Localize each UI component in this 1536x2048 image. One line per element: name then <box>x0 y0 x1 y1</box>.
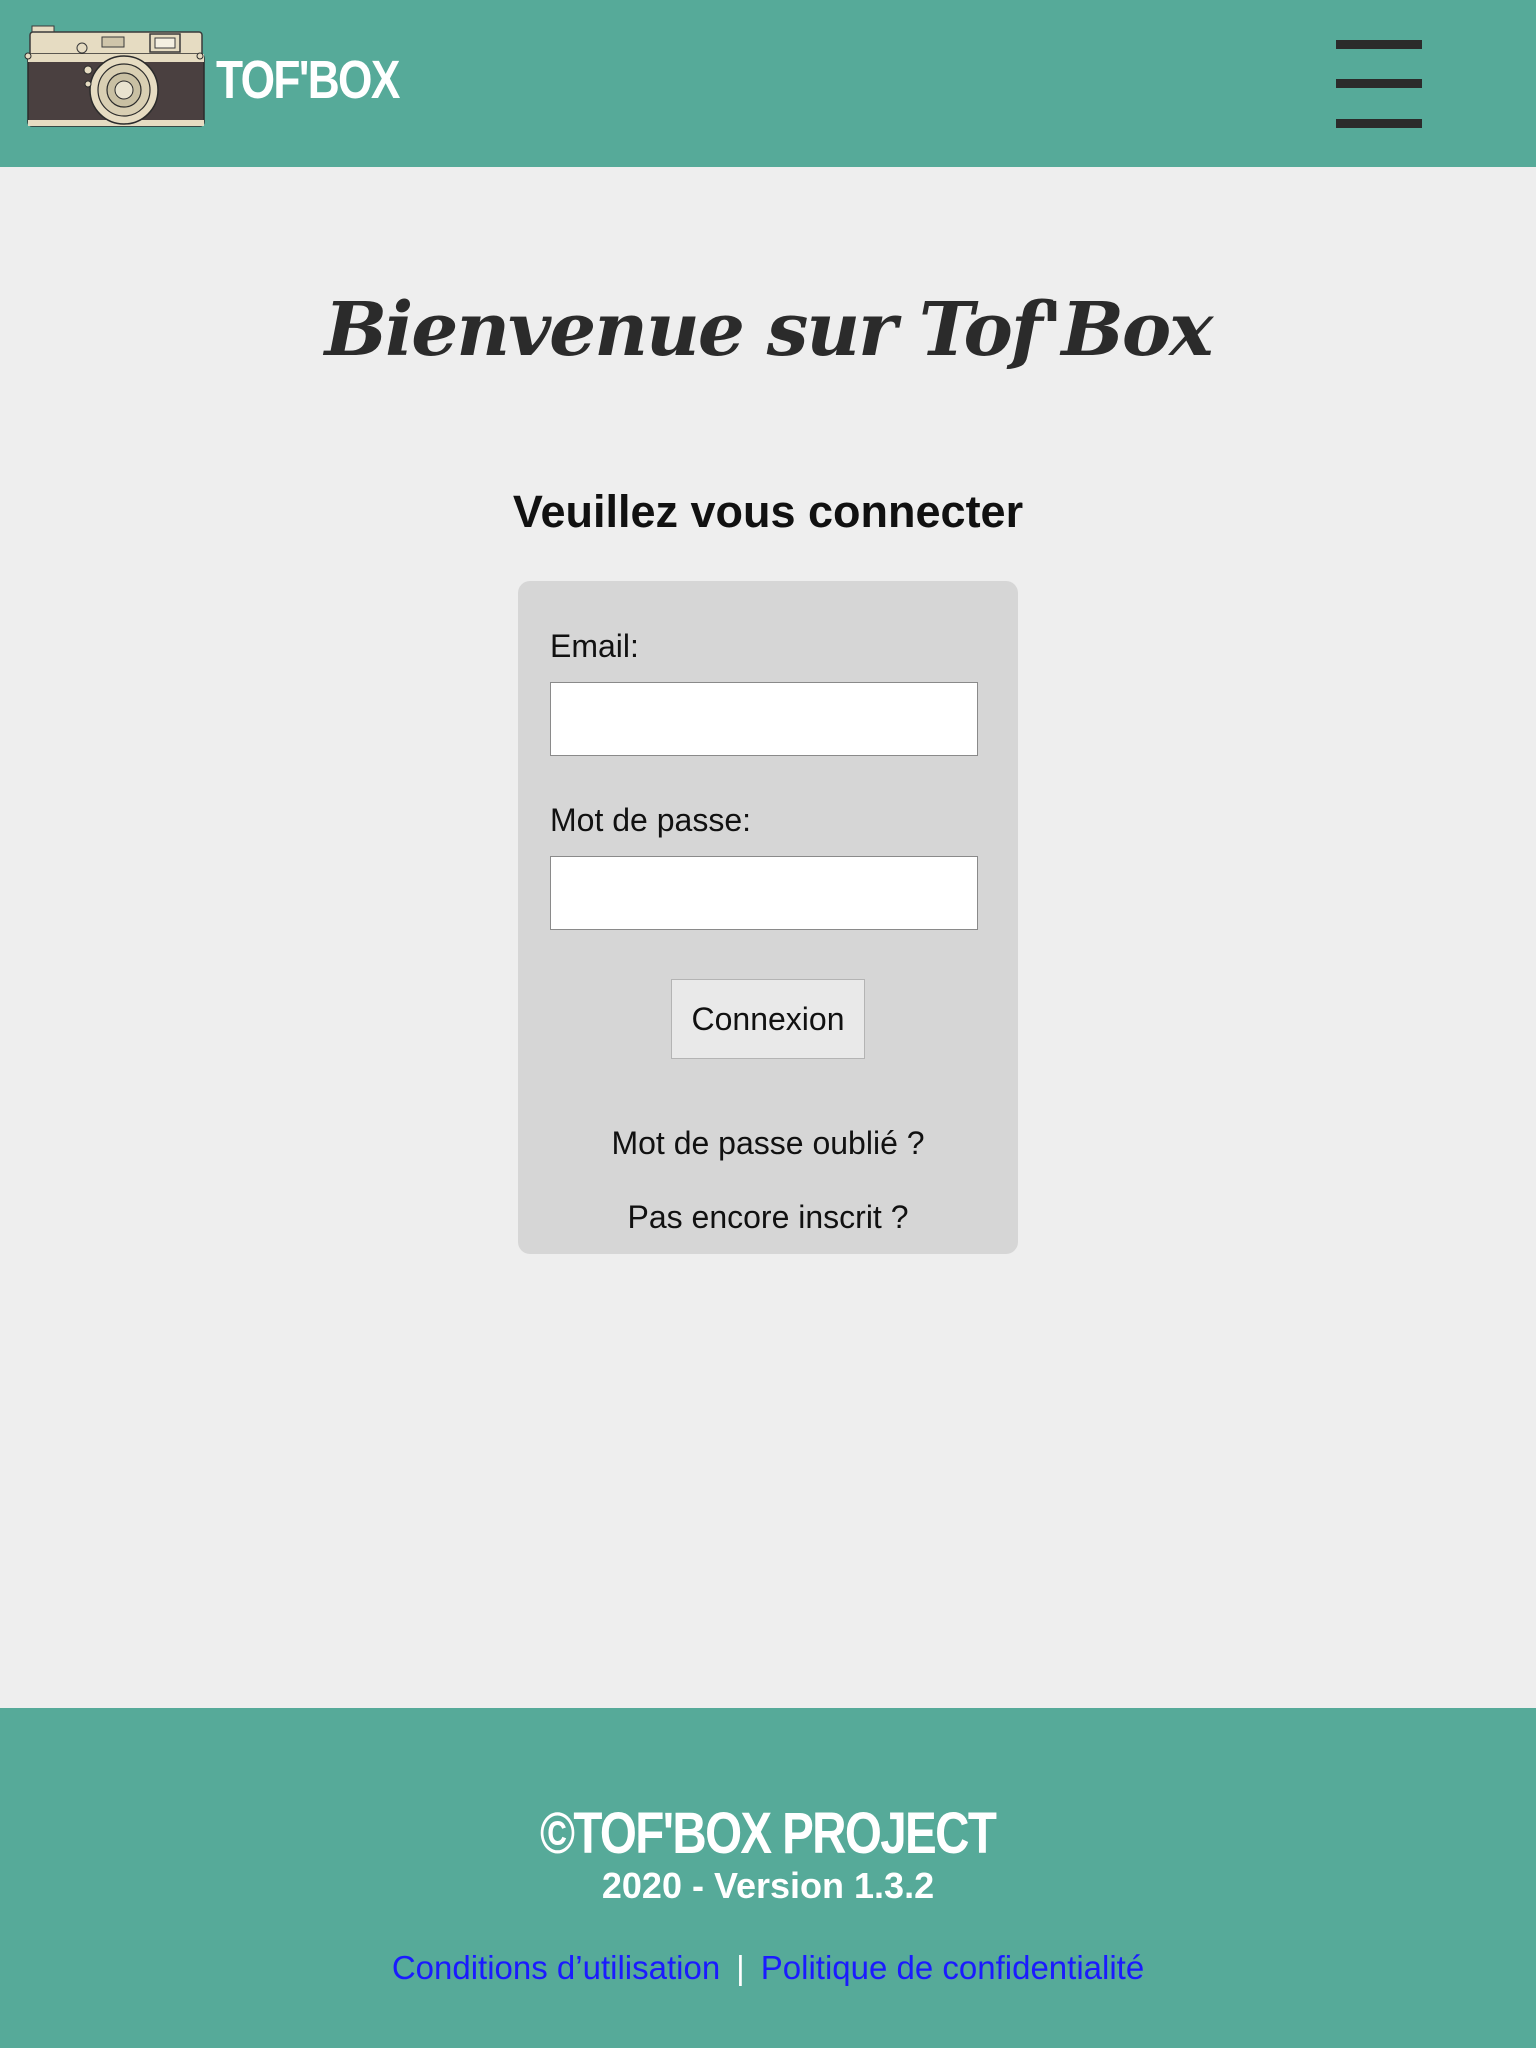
footer-links: Conditions d’utilisation | Politique de co… <box>0 1944 1536 1992</box>
login-subtitle: Veuillez vous connecter <box>512 486 1024 537</box>
link-separator: | <box>736 1949 745 1986</box>
site-footer: ©TOF'BOX PROJECT 2020 - Version 1.3.2 Co… <box>0 1708 1536 2048</box>
welcome-heading: Bienvenue sur Tof'Box <box>324 287 1214 373</box>
register-link[interactable]: Pas encore inscrit ? <box>518 1197 1018 1237</box>
camera-icon[interactable] <box>24 24 208 134</box>
hamburger-line <box>1336 119 1422 128</box>
hamburger-line <box>1336 79 1422 88</box>
hamburger-menu-icon[interactable] <box>1336 40 1422 128</box>
password-field[interactable] <box>550 856 978 930</box>
footer-version: 2020 - Version 1.3.2 <box>601 1865 935 1906</box>
email-field[interactable] <box>550 682 978 756</box>
login-button[interactable]: Connexion <box>671 979 865 1059</box>
forgot-password-link[interactable]: Mot de passe oublié ? <box>518 1123 1018 1163</box>
brand-title[interactable]: TOF'BOX <box>216 42 400 118</box>
email-label: Email: <box>550 628 639 664</box>
login-form: Email: Mot de passe: Connexion Mot de pa… <box>518 581 1018 1254</box>
hamburger-line <box>1336 40 1422 49</box>
terms-link[interactable]: Conditions d’utilisation <box>392 1949 720 1986</box>
privacy-link[interactable]: Politique de confidentialité <box>761 1949 1144 1986</box>
site-header: TOF'BOX <box>0 0 1536 167</box>
password-label: Mot de passe: <box>550 802 751 838</box>
